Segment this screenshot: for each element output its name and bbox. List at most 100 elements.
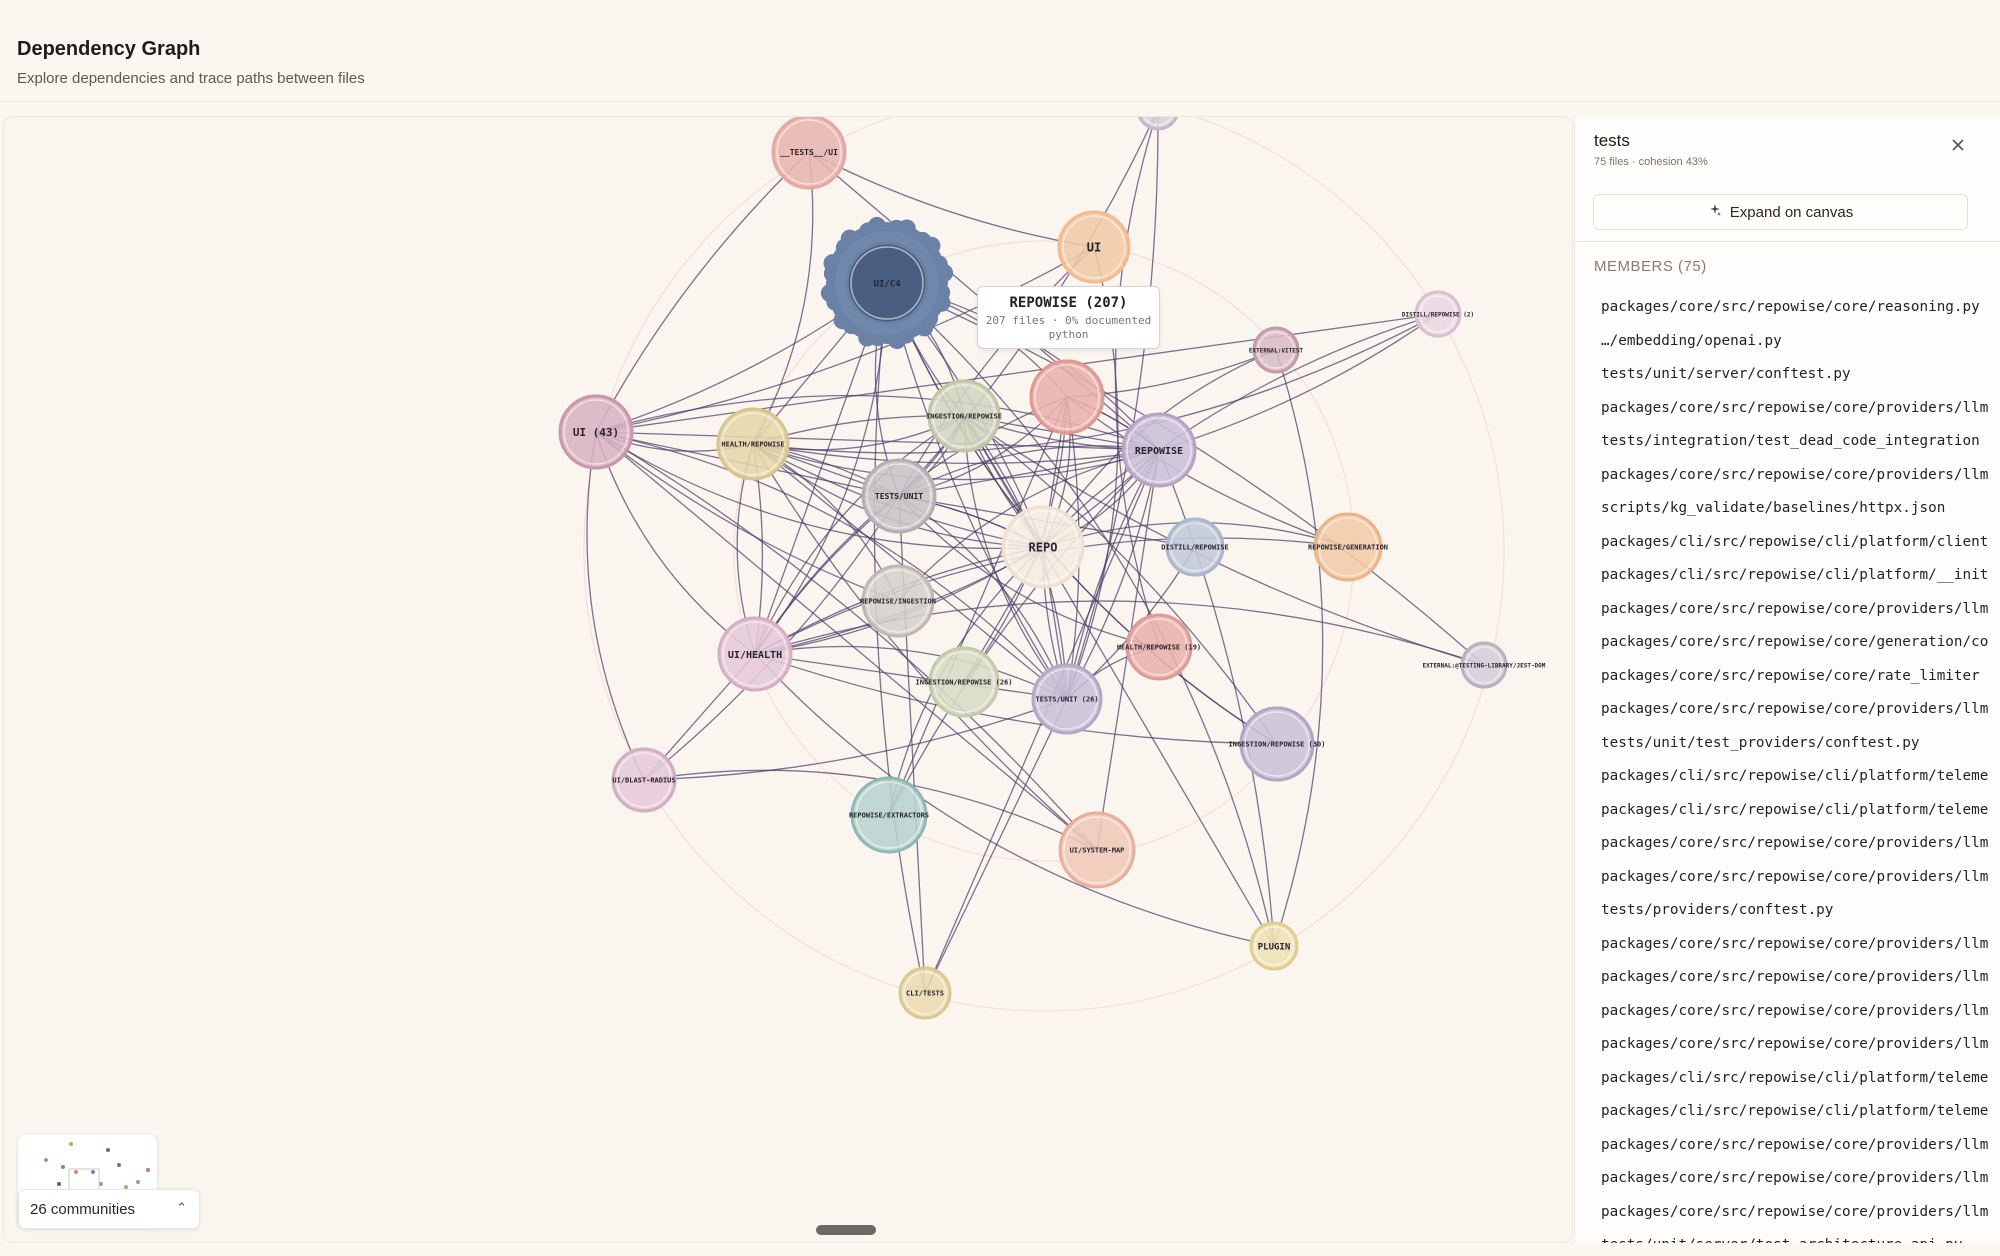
member-item[interactable]: …/embedding/openai.py (1601, 325, 2000, 359)
node-label: PLUGIN (1258, 942, 1291, 952)
community-node-ui-43[interactable]: UI (43) (558, 394, 634, 470)
node-label: INGESTION/REPOWISE (926, 413, 1002, 421)
tooltip-meta: 207 files · 0% documented (985, 314, 1152, 327)
horizontal-scroll-handle[interactable] (816, 1225, 876, 1235)
member-item[interactable]: packages/core/src/repowise/core/provider… (1601, 928, 2000, 962)
node-label: REPOWISE/GENERATION (1308, 544, 1388, 552)
member-item[interactable]: packages/cli/src/repowise/cli/platform/t… (1601, 1095, 2000, 1129)
community-node-top-partial[interactable] (1138, 117, 1178, 131)
node-label: EXTERNAL:VITEST (1249, 347, 1304, 354)
member-item[interactable]: tests/integration/test_dead_code_integra… (1601, 425, 2000, 459)
community-node-external-jest-dom[interactable]: EXTERNAL:@TESTING-LIBRARY/JEST-DOM (1423, 641, 1546, 689)
node-label: INGESTION/REPOWISE (30) (1229, 741, 1326, 749)
dependency-edge (1114, 117, 1160, 648)
member-item[interactable]: packages/core/src/repowise/core/rate_lim… (1601, 660, 2000, 694)
member-item[interactable]: packages/core/src/repowise/core/provider… (1601, 593, 2000, 627)
members-list: packages/core/src/repowise/core/reasonin… (1601, 291, 2000, 1243)
community-node-ingestion-repowise-26[interactable]: INGESTION/REPOWISE (26) (916, 646, 1013, 718)
node-label: REPOWISE/EXTRACTORS (849, 812, 929, 820)
node-label: REPOWISE/INGESTION (860, 598, 936, 606)
community-node-health-repowise[interactable]: HEALTH/REPOWISE (716, 407, 790, 481)
node-label: UI/HEALTH (728, 650, 782, 661)
community-node-repo[interactable]: REPO (1001, 505, 1085, 589)
member-item[interactable]: packages/cli/src/repowise/cli/platform/t… (1601, 794, 2000, 828)
member-item[interactable]: packages/core/src/repowise/core/provider… (1601, 827, 2000, 861)
member-item[interactable]: packages/core/src/repowise/core/generati… (1601, 626, 2000, 660)
tooltip-title: REPOWISE (207) (1009, 295, 1128, 311)
node-label: CLI/TESTS (906, 990, 944, 998)
sparkle-icon (1708, 203, 1722, 221)
community-node-repowise-ingestion[interactable]: REPOWISE/INGESTION (860, 564, 936, 638)
community-node-cli-tests[interactable]: CLI/TESTS (898, 966, 952, 1020)
member-item[interactable]: packages/core/src/repowise/core/provider… (1601, 1162, 2000, 1196)
members-header: MEMBERS (75) (1594, 258, 1707, 275)
page-header: Dependency Graph Explore dependencies an… (0, 0, 2000, 102)
member-item[interactable]: packages/core/src/repowise/core/provider… (1601, 1129, 2000, 1163)
member-item[interactable]: packages/core/src/repowise/core/reasonin… (1601, 291, 2000, 325)
member-item[interactable]: tests/providers/conftest.py (1601, 894, 2000, 928)
member-item[interactable]: packages/core/src/repowise/core/provider… (1601, 961, 2000, 995)
member-item[interactable]: tests/unit/server/test_architecture_api.… (1601, 1229, 2000, 1243)
community-node-health-repowise-19[interactable]: HEALTH/REPOWISE (19) (1117, 613, 1201, 681)
member-item[interactable]: packages/core/src/repowise/core/provider… (1601, 1196, 2000, 1230)
communities-toggle-button[interactable]: 26 communities ⌃ (18, 1189, 200, 1229)
dependency-edge (754, 449, 1160, 655)
community-node-repowise-extractors[interactable]: REPOWISE/EXTRACTORS (849, 776, 929, 854)
community-node-ui-c4[interactable]: UI/C4 (820, 216, 954, 350)
member-item[interactable]: scripts/kg_validate/baselines/httpx.json (1601, 492, 2000, 526)
node-label: HEALTH/REPOWISE (721, 441, 784, 449)
community-node-distill-repowise-2[interactable]: DISTILL/REPOWISE (2) (1402, 290, 1474, 338)
expand-on-canvas-button[interactable]: Expand on canvas (1593, 194, 1968, 230)
community-node-ui[interactable]: UI (1057, 210, 1131, 284)
member-item[interactable]: packages/cli/src/repowise/cli/platform/c… (1601, 526, 2000, 560)
node-label: TESTS/UNIT (26) (1035, 696, 1098, 704)
tooltip-language: python (1048, 328, 1089, 341)
community-node-ingestion-repowise[interactable]: INGESTION/REPOWISE (926, 379, 1002, 453)
member-item[interactable]: packages/core/src/repowise/core/provider… (1601, 861, 2000, 895)
community-node-plugin[interactable]: PLUGIN (1249, 921, 1299, 971)
member-item[interactable]: packages/cli/src/repowise/cli/platform/t… (1601, 1062, 2000, 1096)
graph-canvas[interactable]: __TESTS__/UI UI/C4 UI REPOWISE (207) UI (43)… (3, 116, 1573, 1243)
community-node-ui-health[interactable]: UI/HEALTH (717, 616, 793, 692)
member-item[interactable]: tests/unit/server/conftest.py (1601, 358, 2000, 392)
node-label: UI (43) (573, 426, 619, 439)
member-item[interactable]: packages/cli/src/repowise/cli/platform/t… (1601, 760, 2000, 794)
dependency-graph[interactable]: __TESTS__/UI UI/C4 UI REPOWISE (207) UI (43)… (4, 117, 1573, 1243)
dependency-edge (1158, 313, 1439, 451)
page-subtitle: Explore dependencies and trace paths bet… (17, 70, 365, 87)
node-label: UI/C4 (873, 279, 901, 289)
dependency-edge (1273, 349, 1324, 947)
community-node-ingestion-repowise-30[interactable]: INGESTION/REPOWISE (30) (1229, 706, 1326, 782)
close-icon[interactable] (1948, 136, 1968, 156)
member-item[interactable]: packages/core/src/repowise/core/provider… (1601, 995, 2000, 1029)
dependency-edge (595, 151, 810, 433)
community-node-tests-unit[interactable]: TESTS/UNIT (861, 458, 937, 534)
chevron-up-icon: ⌃ (176, 1200, 187, 1215)
expand-on-canvas-label: Expand on canvas (1729, 203, 1854, 221)
node-label: REPOWISE (1135, 446, 1183, 457)
member-item[interactable]: packages/core/src/repowise/core/provider… (1601, 459, 2000, 493)
node-label: EXTERNAL:@TESTING-LIBRARY/JEST-DOM (1423, 662, 1546, 669)
community-node-tests-unit-26[interactable]: TESTS/UNIT (26) (1031, 663, 1103, 735)
node-label: TESTS/UNIT (875, 492, 923, 501)
node-label: __TESTS__/UI (780, 148, 838, 157)
member-item[interactable]: packages/core/src/repowise/core/provider… (1601, 392, 2000, 426)
community-node-repowise[interactable]: REPOWISE (1121, 412, 1197, 488)
community-node-tests-ui[interactable]: __TESTS__/UI (771, 117, 847, 190)
community-node-ui-blast-radius[interactable]: UI/BLAST-RADIUS (611, 747, 677, 813)
node-label: UI (1087, 241, 1101, 255)
member-item[interactable]: packages/cli/src/repowise/cli/platform/_… (1601, 559, 2000, 593)
member-item[interactable]: packages/core/src/repowise/core/provider… (1601, 693, 2000, 727)
node-label: INGESTION/REPOWISE (26) (916, 679, 1013, 687)
community-title: tests (1594, 131, 1630, 150)
dependency-edge (754, 653, 1275, 947)
node-tooltip: REPOWISE (207) 207 files · 0% documented… (977, 286, 1160, 349)
community-node-distill-repowise[interactable]: DISTILL/REPOWISE (1161, 517, 1229, 577)
community-node-repowise-207[interactable]: REPOWISE (207) (1029, 359, 1105, 435)
community-node-ui-system-map[interactable]: UI/SYSTEM-MAP (1058, 811, 1136, 889)
panel-divider (1575, 241, 2000, 242)
member-item[interactable]: packages/core/src/repowise/core/provider… (1601, 1028, 2000, 1062)
node-label: DISTILL/REPOWISE (1161, 544, 1228, 552)
community-detail-panel: tests 75 files · cohesion 43% Expand on … (1574, 116, 2000, 1243)
member-item[interactable]: tests/unit/test_providers/conftest.py (1601, 727, 2000, 761)
